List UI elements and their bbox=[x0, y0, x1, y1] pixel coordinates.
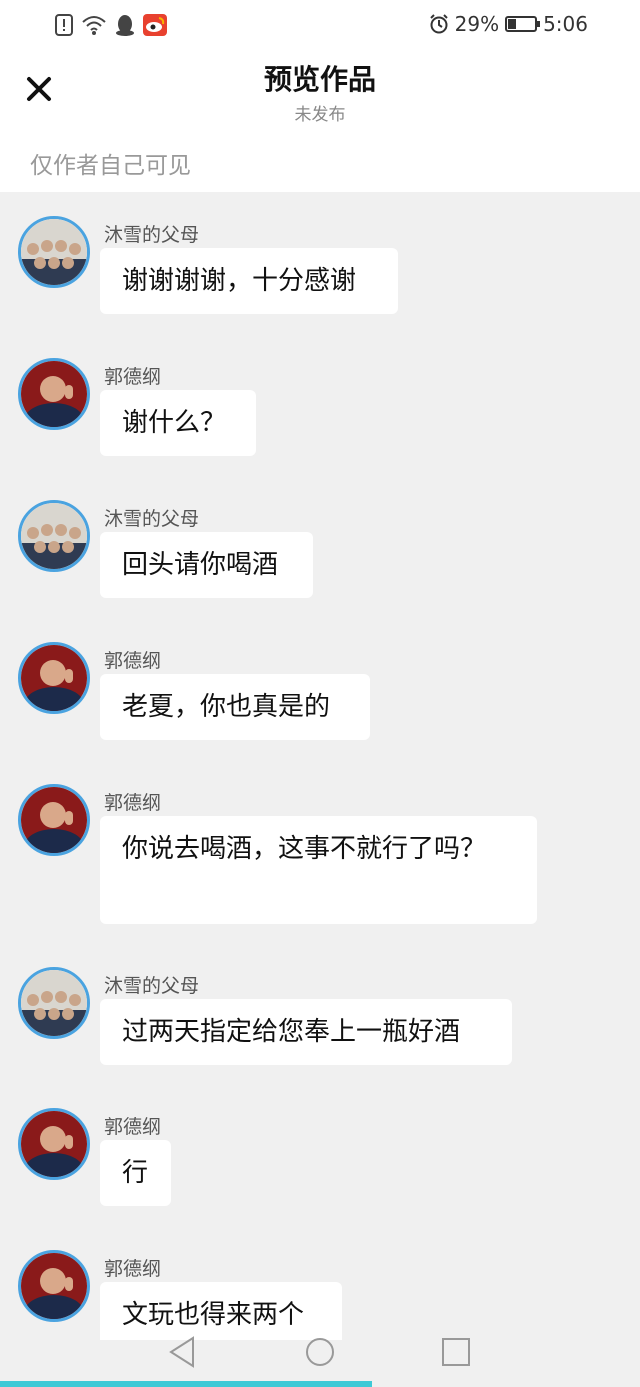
message-bubble[interactable]: 行 bbox=[100, 1140, 171, 1206]
message-bubble[interactable]: 过两天指定给您奉上一瓶好酒 bbox=[100, 999, 512, 1065]
sender-name: 沐雪的父母 bbox=[104, 508, 200, 530]
back-icon bbox=[169, 1336, 194, 1368]
message-bubble[interactable]: 谢什么？ bbox=[100, 390, 256, 456]
sender-name: 郭德纲 bbox=[104, 650, 162, 672]
status-bar: 29% 5:06 bbox=[0, 0, 640, 52]
message-bubble[interactable]: 谢谢谢谢，十分感谢 bbox=[100, 248, 398, 314]
avatar-group-photo[interactable] bbox=[18, 500, 90, 572]
progress-bar bbox=[0, 1381, 372, 1387]
sender-name: 郭德纲 bbox=[104, 366, 162, 388]
status-right-icons: 29% 5:06 bbox=[429, 12, 588, 36]
avatar-portrait[interactable] bbox=[18, 642, 90, 714]
system-nav-bar bbox=[0, 1320, 640, 1387]
sender-name: 沐雪的父母 bbox=[104, 224, 200, 246]
recents-button[interactable] bbox=[436, 1332, 476, 1372]
sender-name: 郭德纲 bbox=[104, 1116, 162, 1138]
clock-time: 5:06 bbox=[543, 12, 588, 36]
avatar-portrait[interactable] bbox=[18, 784, 90, 856]
visibility-note: 仅作者自己可见 bbox=[30, 153, 191, 179]
page-subtitle: 未发布 bbox=[294, 105, 346, 125]
message-bubble[interactable]: 回头请你喝酒 bbox=[100, 532, 313, 598]
message-bubble[interactable]: 你说去喝酒，这事不就行了吗？ bbox=[100, 816, 537, 924]
avatar-group-photo[interactable] bbox=[18, 216, 90, 288]
avatar-group-photo[interactable] bbox=[18, 967, 90, 1039]
sender-name: 郭德纲 bbox=[104, 1258, 162, 1280]
home-icon bbox=[306, 1338, 334, 1366]
status-left-icons bbox=[55, 14, 167, 36]
back-button[interactable] bbox=[163, 1332, 203, 1372]
avatar-portrait[interactable] bbox=[18, 358, 90, 430]
message-bubble[interactable]: 老夏，你也真是的 bbox=[100, 674, 370, 740]
alert-icon bbox=[55, 14, 73, 36]
recents-icon bbox=[442, 1338, 470, 1366]
weibo-icon bbox=[143, 14, 167, 36]
battery-icon bbox=[505, 16, 541, 32]
avatar-portrait[interactable] bbox=[18, 1250, 90, 1322]
wifi-icon bbox=[82, 16, 106, 35]
qq-icon bbox=[116, 15, 134, 36]
sender-name: 郭德纲 bbox=[104, 792, 162, 814]
preview-header: 预览作品 未发布 仅作者自己可见 bbox=[0, 52, 640, 192]
battery-percent: 29% bbox=[454, 12, 500, 36]
chat-feed[interactable]: 沐雪的父母 谢谢谢谢，十分感谢 郭德纲 谢什么？ 沐雪的父母 回头请你喝酒 郭德… bbox=[0, 192, 640, 1340]
avatar-portrait[interactable] bbox=[18, 1108, 90, 1180]
sender-name: 沐雪的父母 bbox=[104, 975, 200, 997]
home-button[interactable] bbox=[300, 1332, 340, 1372]
page-title: 预览作品 bbox=[263, 63, 376, 96]
alarm-icon bbox=[429, 14, 448, 34]
